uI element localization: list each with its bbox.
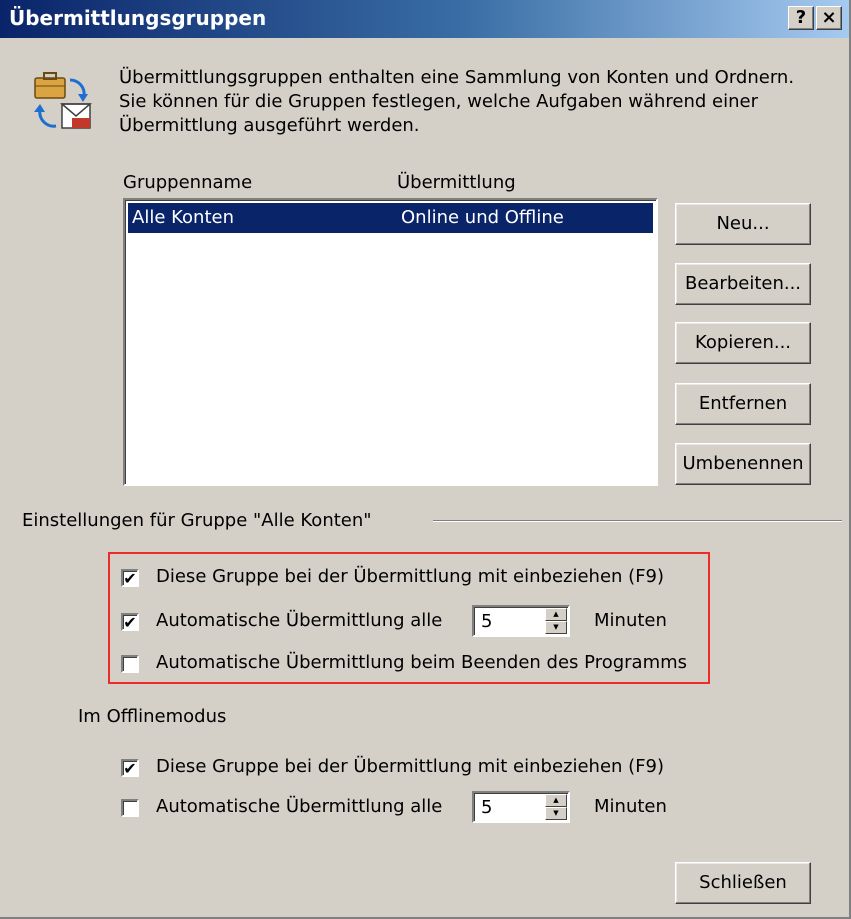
edit-button[interactable]: Bearbeiten... xyxy=(675,263,811,305)
online-include-label[interactable]: Diese Gruppe bei der Übermittlung mit ei… xyxy=(156,566,664,587)
offline-minutes-unit: Minuten xyxy=(594,796,667,817)
rename-button[interactable]: Umbenennen xyxy=(675,443,811,485)
online-auto-label[interactable]: Automatische Übermittlung alle xyxy=(156,610,442,631)
offline-include-label[interactable]: Diese Gruppe bei der Übermittlung mit ei… xyxy=(156,756,664,777)
online-include-checkbox[interactable]: ✔ xyxy=(121,569,139,587)
offline-minutes-spinner[interactable]: 5 ▲ ▼ xyxy=(472,791,570,823)
new-button[interactable]: Neu... xyxy=(675,203,811,245)
title-bar[interactable]: Übermittlungsgruppen ? × xyxy=(0,0,849,38)
offline-auto-checkbox[interactable] xyxy=(121,799,139,817)
dialog-window: Übermittlungsgruppen ? × Übermittlungsgr… xyxy=(0,0,851,919)
online-minutes-unit: Minuten xyxy=(594,610,667,631)
column-header-transfer[interactable]: Übermittlung xyxy=(397,172,516,193)
briefcase-sync-icon xyxy=(34,72,93,129)
spin-up-icon[interactable]: ▲ xyxy=(545,608,567,621)
spin-down-icon[interactable]: ▼ xyxy=(545,807,567,820)
offline-heading: Im Offlinemodus xyxy=(78,706,227,727)
spin-down-icon[interactable]: ▼ xyxy=(545,621,567,634)
online-exit-label[interactable]: Automatische Übermittlung beim Beenden d… xyxy=(156,652,687,673)
copy-button[interactable]: Kopieren... xyxy=(675,322,811,364)
settings-divider xyxy=(433,520,842,522)
online-minutes-spinner[interactable]: 5 ▲ ▼ xyxy=(472,605,570,637)
spin-up-icon[interactable]: ▲ xyxy=(545,794,567,807)
list-item-transfer: Online und Offline xyxy=(401,207,564,228)
description-line-1: Übermittlungsgruppen enthalten eine Samm… xyxy=(119,67,795,88)
online-exit-checkbox[interactable] xyxy=(121,655,139,673)
settings-heading: Einstellungen für Gruppe "Alle Konten" xyxy=(22,510,372,531)
list-item-name: Alle Konten xyxy=(132,207,234,228)
description-line-3: Übermittlung ausgeführt werden. xyxy=(119,115,420,136)
description-line-2: Sie können für die Gruppen festlegen, we… xyxy=(119,91,759,112)
offline-auto-label[interactable]: Automatische Übermittlung alle xyxy=(156,796,442,817)
help-button[interactable]: ? xyxy=(788,6,814,30)
online-auto-checkbox[interactable]: ✔ xyxy=(121,613,139,631)
group-listbox[interactable]: Alle Konten Online und Offline xyxy=(123,198,658,486)
offline-include-checkbox[interactable]: ✔ xyxy=(121,759,139,777)
close-button[interactable]: Schließen xyxy=(675,862,811,904)
list-item[interactable]: Alle Konten Online und Offline xyxy=(128,203,653,233)
window-title: Übermittlungsgruppen xyxy=(9,6,267,30)
offline-minutes-value[interactable]: 5 xyxy=(481,797,492,818)
description-text: Übermittlungsgruppen enthalten eine Samm… xyxy=(119,66,794,138)
column-header-group-name[interactable]: Gruppenname xyxy=(123,172,252,193)
remove-button[interactable]: Entfernen xyxy=(675,383,811,425)
close-window-button[interactable]: × xyxy=(816,6,842,30)
online-minutes-value[interactable]: 5 xyxy=(481,611,492,632)
